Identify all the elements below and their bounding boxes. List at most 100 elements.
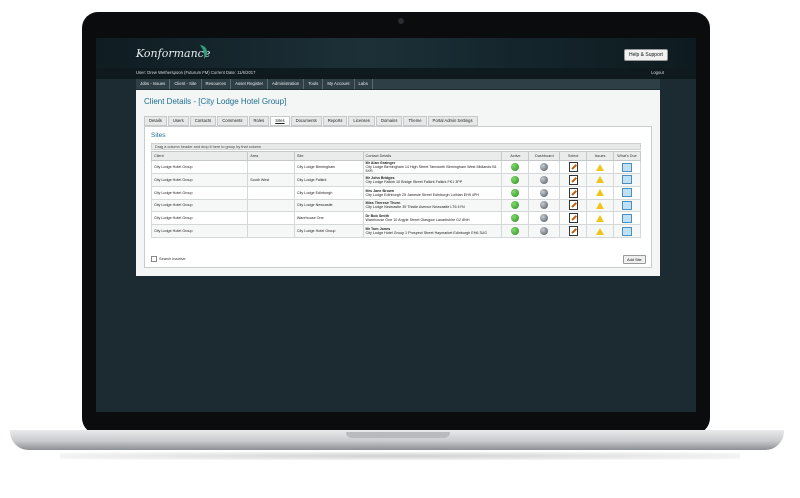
dashboard-icon[interactable] — [540, 201, 549, 210]
cell-whats-due — [613, 198, 641, 213]
column-header-contact-details[interactable]: Contact Details — [362, 151, 503, 161]
edit-icon[interactable] — [568, 200, 578, 211]
tab-details[interactable]: Details — [144, 116, 167, 126]
tab-theme[interactable]: Theme — [403, 116, 427, 126]
search-inactive-checkbox[interactable] — [151, 256, 157, 262]
dashboard-icon[interactable] — [540, 227, 549, 236]
table-row[interactable]: City Lodge Hotel Group Warehouse One Dr Bo… — [150, 211, 641, 226]
cell-issues — [586, 160, 615, 174]
active-status-icon — [511, 214, 520, 223]
cell-client: City Lodge Hotel Group — [150, 173, 249, 187]
group-by-drop-zone[interactable]: Drag a column header and drop it here to… — [151, 143, 641, 150]
tab-domains[interactable]: Domains — [375, 116, 403, 126]
cell-client: City Lodge Hotel Group — [150, 185, 249, 200]
column-header-site[interactable]: Site — [293, 151, 364, 161]
tab-roles[interactable]: Roles — [248, 116, 270, 126]
tab-portal-admin-settings[interactable]: Portal Admin Settings — [427, 116, 478, 126]
cell-area — [247, 224, 295, 238]
menu-item-my-account[interactable]: My Account — [323, 79, 355, 89]
menu-item-asset-register[interactable]: Asset Register — [231, 79, 269, 89]
warning-icon[interactable] — [596, 189, 605, 197]
logout-link[interactable]: Logout — [651, 70, 664, 75]
user-info: User: Drew Wetherspoon (Futurum FM) Curr… — [136, 70, 256, 75]
contact-address: Warehouse One 10 Argyle Street Glasgow L… — [365, 218, 470, 223]
tab-licenses[interactable]: Licenses — [348, 116, 375, 126]
column-header-select[interactable]: Select — [559, 151, 588, 161]
cell-whats-due — [613, 160, 641, 174]
grid-body: City Lodge Hotel Group City Lodge Birming… — [150, 160, 641, 238]
cell-select — [559, 160, 588, 174]
cell-active — [501, 224, 530, 238]
edit-icon[interactable] — [568, 162, 578, 172]
column-header-active[interactable]: Active — [501, 151, 530, 161]
cell-contact-details: Dr Bob Smith Warehouse One 10 Argyle Stre… — [362, 211, 503, 226]
cell-contact-details: Mr Alan Grainger City Lodge Birmingham 14… — [362, 160, 503, 174]
cell-issues — [586, 198, 615, 213]
warning-icon[interactable] — [596, 214, 605, 222]
dashboard-icon[interactable] — [540, 214, 549, 223]
cell-site: City Lodge Newcastle — [293, 198, 364, 213]
cell-issues — [586, 173, 615, 187]
column-header-whats-due[interactable]: What's Due — [613, 151, 641, 161]
contact-address: City Lodge Edinburgh 25 Jamesie Street E… — [365, 192, 480, 197]
table-row[interactable]: City Lodge Hotel Group City Lodge Hotel G… — [150, 224, 641, 238]
tab-sites[interactable]: Sites — [270, 116, 290, 126]
calendar-icon[interactable] — [622, 188, 633, 198]
dashboard-icon[interactable] — [540, 175, 549, 184]
laptop-shadow — [60, 452, 740, 460]
warning-icon[interactable] — [596, 227, 605, 235]
calendar-icon[interactable] — [622, 213, 633, 223]
calendar-icon[interactable] — [622, 226, 633, 236]
cell-select — [559, 185, 588, 200]
edit-icon[interactable] — [568, 174, 578, 185]
menu-item-resources[interactable]: Resources — [202, 79, 232, 89]
add-site-button[interactable]: Add Site — [623, 255, 646, 264]
table-row[interactable]: City Lodge Hotel Group South West City Lod… — [150, 173, 641, 187]
cell-active — [501, 185, 530, 200]
tab-comments[interactable]: Comments — [217, 116, 248, 126]
menu-item-tools[interactable]: Tools — [304, 79, 324, 89]
column-header-client[interactable]: Client — [150, 151, 249, 161]
cell-issues — [586, 185, 615, 200]
cell-whats-due — [613, 173, 641, 187]
user-bar: User: Drew Wetherspoon (Futurum FM) Curr… — [96, 68, 696, 79]
cell-contact-details: Mr Tom Jones City Lodge Hotel Group 1 Pro… — [362, 224, 503, 238]
warning-icon[interactable] — [596, 201, 605, 209]
menu-item-labs[interactable]: Labs — [355, 79, 373, 89]
leaf-logo-icon — [200, 45, 208, 59]
tab-reports[interactable]: Reports — [322, 116, 348, 126]
cell-dashboard — [528, 198, 561, 213]
tab-contacts[interactable]: Contacts — [189, 116, 217, 126]
grid-header-row: Client Area Site Contact Details Active … — [150, 151, 641, 161]
column-header-issues[interactable]: Issues — [586, 151, 615, 161]
calendar-icon[interactable] — [622, 200, 633, 210]
menu-item-administration[interactable]: Administration — [268, 79, 305, 89]
sites-grid: Client Area Site Contact Details Active … — [150, 151, 641, 238]
menu-item-jobs-issues[interactable]: Jobs - Issues — [136, 79, 171, 89]
tab-users[interactable]: Users — [167, 116, 189, 126]
calendar-icon[interactable] — [622, 175, 633, 185]
table-row[interactable]: City Lodge Hotel Group City Lodge Newcast… — [150, 198, 641, 213]
table-row[interactable]: City Lodge Hotel Group City Lodge Edinbur… — [150, 185, 641, 200]
cell-dashboard — [528, 173, 561, 187]
cell-whats-due — [613, 211, 641, 226]
search-inactive-option[interactable]: Search inactive — [151, 256, 186, 262]
cell-whats-due — [613, 224, 641, 238]
active-status-icon — [511, 227, 520, 236]
warning-icon[interactable] — [596, 163, 605, 171]
column-header-dashboard[interactable]: Dashboard — [528, 151, 561, 161]
menu-item-client-site[interactable]: Client - Site — [170, 79, 202, 89]
cell-whats-due — [613, 185, 641, 200]
camera-icon — [398, 18, 404, 24]
column-header-area[interactable]: Area — [247, 151, 295, 161]
table-row[interactable]: City Lodge Hotel Group City Lodge Birming… — [150, 160, 641, 174]
tab-documents[interactable]: Documents — [290, 116, 322, 126]
edit-icon[interactable] — [568, 226, 578, 237]
calendar-icon[interactable] — [622, 162, 633, 172]
edit-icon[interactable] — [568, 187, 578, 198]
dashboard-icon[interactable] — [540, 188, 549, 197]
edit-icon[interactable] — [568, 213, 578, 224]
dashboard-icon[interactable] — [540, 163, 549, 171]
warning-icon[interactable] — [596, 176, 605, 184]
help-support-button[interactable]: Help & Support — [624, 49, 668, 61]
